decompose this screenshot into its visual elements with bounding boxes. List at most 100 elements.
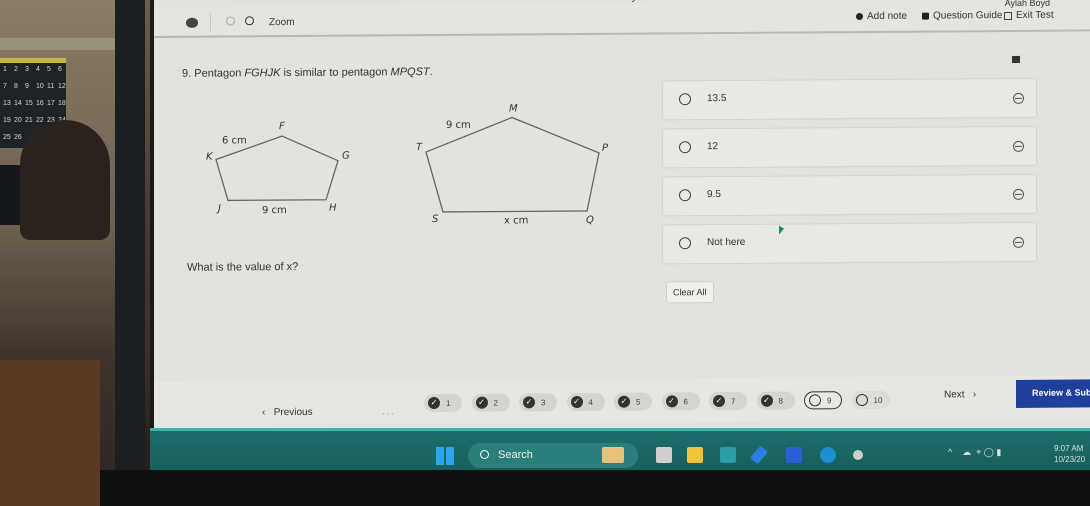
mouse-cursor-icon [779,225,784,235]
question-nav-button[interactable]: ✓ 2 [471,393,510,412]
question-nav-button[interactable]: ✓ 5 [614,392,652,411]
search-highlight-icon [602,447,624,463]
user-name: Aylah Boyd [1004,0,1050,9]
clear-all-button[interactable]: Clear All [666,281,714,304]
pocket-chart-number: 6 [58,66,62,73]
pocket-chart-number: 1 [3,66,7,73]
question-number: 3 [541,397,546,407]
pocket-chart-number: 7 [3,83,7,90]
camera-app-icon[interactable] [853,450,863,460]
shape2-name: MPQST [390,66,430,79]
question-nav-button[interactable]: ✓ 3 [519,393,557,412]
eliminate-icon[interactable] [1013,140,1024,152]
vertex-label: S [432,214,439,225]
eliminate-icon[interactable] [1013,188,1024,200]
choice-label: 12 [707,141,719,153]
clock-date: 10/23/20 [1054,455,1086,464]
vertex-label: T [416,142,423,153]
pocket-chart-number: 14 [14,100,22,107]
question-nav-button[interactable]: ✓ 1 [424,393,462,413]
pocket-chart-number: 21 [25,117,33,124]
eliminate-icon[interactable] [1013,92,1024,104]
shape1-name: FGHJK [244,67,281,80]
question-nav-button[interactable]: 9 [804,391,842,410]
pocket-chart-number: 25 [3,134,11,141]
wall-banner [0,38,118,50]
vertex-label: G [342,151,350,162]
zoom-in-icon[interactable] [245,16,254,26]
choice-label: Not here [707,236,746,249]
previous-button[interactable]: ‹ Previous [262,407,313,418]
task-view-icon[interactable] [656,447,672,463]
question-nav-button[interactable]: 10 [851,390,890,410]
add-note-label: Add note [867,10,908,22]
previous-label: Previous [273,406,313,419]
answer-choice[interactable]: 12 [662,125,1037,169]
radio-button[interactable] [679,237,691,250]
exit-icon [1004,11,1012,20]
pocket-chart-number: 12 [58,83,66,90]
edge-browser-icon[interactable] [820,447,836,463]
more-questions-ellipsis[interactable]: ... [382,406,396,416]
system-tray[interactable]: ^ ☁ ⌖ ◯ ▮ [948,447,1001,458]
question-prompt: What is the value of x? [187,260,299,274]
next-button[interactable]: Next › [944,389,976,400]
question-text-part: Pentagon [194,67,245,80]
question-guide-label: Question Guide [933,10,1003,22]
review-submit-button[interactable]: Review & Submit [1016,379,1090,408]
flag-icon[interactable] [1012,55,1020,63]
question-number: 9 [827,395,832,405]
test-toolbar: Zoom Aylah Boyd Add note Question Guide … [154,0,1090,38]
answer-choice[interactable]: 13.5 [662,77,1037,121]
choice-label: 13.5 [707,92,727,105]
search-label: Search [498,449,533,461]
background-student [20,120,110,240]
checkmark-icon: ✓ [570,395,583,409]
answer-choice[interactable]: Not here [662,221,1037,265]
question-nav-button[interactable]: ✓ 8 [756,391,795,410]
radio-button[interactable] [679,189,691,202]
pocket-chart-number: 19 [3,117,11,124]
chevron-left-icon: ‹ [262,407,266,419]
add-note-button[interactable]: Add note [856,11,907,22]
pocket-chart-number: 2 [14,66,18,73]
guide-icon [922,12,929,20]
checkmark-icon: ✓ [760,394,773,407]
choice-label: 9.5 [707,189,721,201]
radio-button[interactable] [679,93,691,106]
question-nav-button[interactable]: ✓ 6 [661,392,700,411]
zoom-out-icon[interactable] [226,16,235,26]
pocket-chart-number: 13 [3,100,11,107]
chevron-right-icon: › [972,389,977,401]
vertex-label: Q [586,215,594,226]
eliminate-icon[interactable] [1013,236,1024,248]
pocket-chart-number: 26 [14,134,22,141]
windows-start-icon[interactable] [436,447,454,465]
checkmark-icon: ✓ [523,396,535,409]
exit-test-button[interactable]: Exit Test [1004,10,1054,21]
radio-button[interactable] [679,141,691,154]
pocket-chart-number: 15 [25,100,33,107]
pocket-chart-number: 3 [25,66,29,73]
taskbar-clock[interactable]: 9:07 AM 10/23/20 [1054,443,1085,465]
question-text: 9. Pentagon FGHJK is similar to pentagon… [182,66,433,80]
question-nav-button[interactable]: ✓ 4 [566,392,605,412]
question-number: 2 [493,398,498,408]
pocket-chart-number: 5 [47,66,51,73]
app-icon[interactable] [720,447,736,463]
question-number: 10 [873,395,883,405]
question-guide-button[interactable]: Question Guide [922,10,1003,22]
vertex-label: P [602,143,609,154]
pocket-chart-number: 17 [47,100,55,107]
file-explorer-icon[interactable] [687,447,703,463]
pen-app-icon[interactable] [750,445,768,465]
pocket-chart-number: 20 [14,117,22,124]
answer-choice[interactable]: 9.5 [662,173,1037,217]
teams-icon[interactable] [786,447,802,463]
desk [0,360,100,506]
pocket-chart-number: 8 [14,83,18,90]
question-nav-button[interactable]: ✓ 7 [709,391,747,411]
palette-icon[interactable] [186,17,198,28]
photo-scene: 1234567891011121314151617181920212223242… [0,0,1090,506]
pocket-chart-number: 22 [36,117,44,124]
